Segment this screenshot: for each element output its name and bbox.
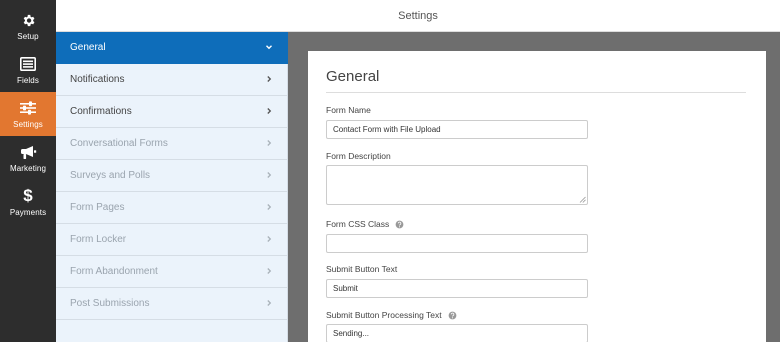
nav-item-label: Conversational Forms xyxy=(70,138,168,149)
submit-processing-label-row: Submit Button Processing Text xyxy=(326,310,457,320)
nav-item-conversational-forms[interactable]: Conversational Forms xyxy=(56,128,288,160)
top-header: Settings xyxy=(56,0,780,32)
nav-item-post-submissions[interactable]: Post Submissions xyxy=(56,288,288,320)
help-icon[interactable] xyxy=(448,311,457,320)
resize-grip-icon[interactable] xyxy=(579,196,586,203)
nav-item-label: Form Locker xyxy=(70,234,127,245)
submit-processing-text-value: Sending... xyxy=(333,329,370,338)
chevron-right-icon xyxy=(267,76,272,82)
builder-sidebar: Setup Fields Settings Marketing $ Paymen… xyxy=(0,0,56,342)
sidebar-item-fields[interactable]: Fields xyxy=(0,48,56,92)
sidebar-item-label: Payments xyxy=(9,208,47,217)
chevron-right-icon xyxy=(267,204,272,210)
chevron-right-icon xyxy=(267,140,272,146)
form-description-label: Form Description xyxy=(326,151,391,161)
settings-panel: General Form Name Contact Form with File… xyxy=(308,51,766,342)
nav-item-surveys-and-polls[interactable]: Surveys and Polls xyxy=(56,160,288,192)
settings-nav: General Notifications Confirmations Conv… xyxy=(56,32,288,342)
sidebar-item-label: Marketing xyxy=(9,164,47,173)
form-css-class-label-row: Form CSS Class xyxy=(326,219,404,229)
chevron-right-icon xyxy=(267,172,272,178)
chevron-right-icon xyxy=(267,300,272,306)
form-name-value: Contact Form with File Upload xyxy=(333,125,441,134)
nav-item-confirmations[interactable]: Confirmations xyxy=(56,96,288,128)
sidebar-item-label: Settings xyxy=(13,120,43,129)
fields-icon xyxy=(19,55,37,73)
nav-item-general[interactable]: General xyxy=(56,32,288,64)
submit-button-text-value: Submit xyxy=(333,284,358,293)
panel-title: General xyxy=(326,68,380,85)
sidebar-item-settings[interactable]: Settings xyxy=(0,92,56,136)
submit-button-text-input[interactable]: Submit xyxy=(326,279,588,298)
submit-button-text-label: Submit Button Text xyxy=(326,264,398,274)
gear-icon xyxy=(19,11,37,29)
megaphone-icon xyxy=(19,143,37,161)
nav-item-label: General xyxy=(70,42,106,53)
nav-item-label: Confirmations xyxy=(70,106,132,117)
nav-item-notifications[interactable]: Notifications xyxy=(56,64,288,96)
nav-item-label: Notifications xyxy=(70,74,125,85)
sidebar-item-marketing[interactable]: Marketing xyxy=(0,136,56,180)
submit-processing-text-label: Submit Button Processing Text xyxy=(326,310,442,320)
panel-divider xyxy=(326,92,746,93)
nav-item-label: Post Submissions xyxy=(70,298,150,309)
form-name-input[interactable]: Contact Form with File Upload xyxy=(326,120,588,139)
form-description-textarea[interactable] xyxy=(326,165,588,205)
chevron-right-icon xyxy=(267,236,272,242)
form-name-label: Form Name xyxy=(326,105,371,115)
sliders-icon xyxy=(19,99,37,117)
chevron-right-icon xyxy=(267,268,272,274)
submit-processing-text-input[interactable]: Sending... xyxy=(326,324,588,342)
sidebar-item-payments[interactable]: $ Payments xyxy=(0,180,56,224)
sidebar-item-setup[interactable]: Setup xyxy=(0,4,56,48)
dollar-icon: $ xyxy=(23,186,33,205)
sidebar-item-label: Setup xyxy=(17,32,39,41)
nav-item-label: Surveys and Polls xyxy=(70,170,151,181)
nav-item-label: Form Abandonment xyxy=(70,266,158,277)
form-css-class-input[interactable] xyxy=(326,234,588,253)
form-css-class-label: Form CSS Class xyxy=(326,219,390,229)
nav-item-label: Form Pages xyxy=(70,202,125,213)
page-title: Settings xyxy=(398,10,438,22)
chevron-right-icon xyxy=(267,108,272,114)
nav-item-form-abandonment[interactable]: Form Abandonment xyxy=(56,256,288,288)
sidebar-item-label: Fields xyxy=(17,76,39,85)
chevron-down-icon xyxy=(266,45,272,50)
help-icon[interactable] xyxy=(395,220,404,229)
nav-item-form-pages[interactable]: Form Pages xyxy=(56,192,288,224)
nav-item-form-locker[interactable]: Form Locker xyxy=(56,224,288,256)
